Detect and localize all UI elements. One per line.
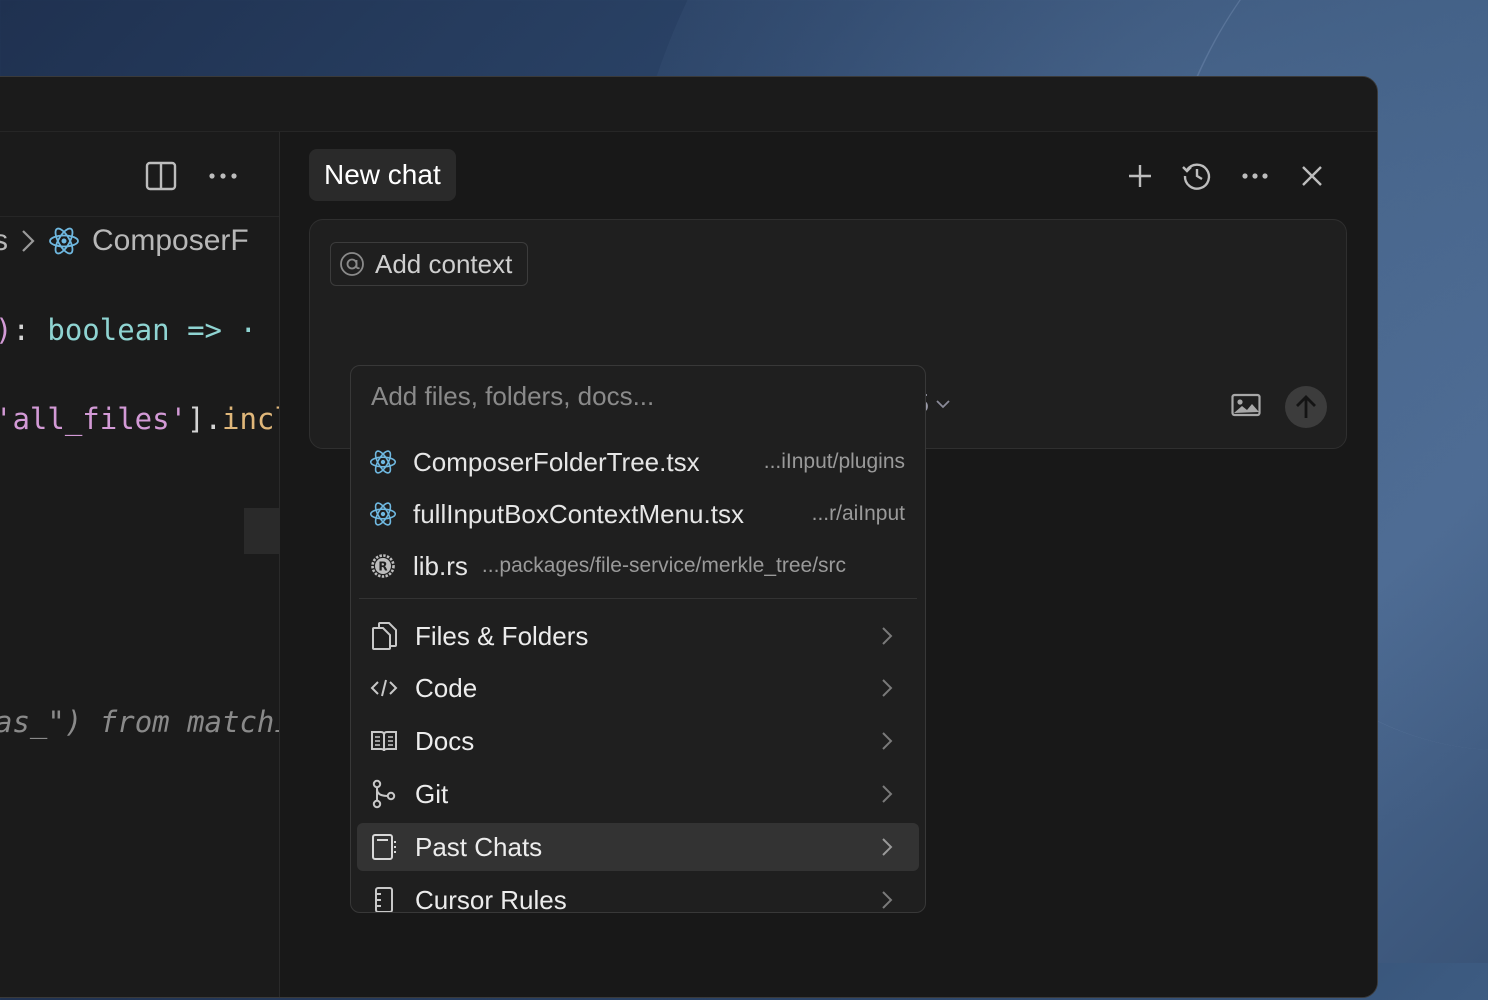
git-icon — [369, 779, 399, 809]
file-path: ...packages/file-service/merkle_tree/src — [481, 554, 847, 577]
code-token: => — [169, 313, 240, 347]
file-path: ...r/aiInput — [811, 502, 905, 525]
chevron-right-icon — [881, 782, 901, 806]
at-sign-icon — [340, 252, 364, 276]
react-icon — [369, 500, 397, 528]
send-button[interactable] — [1285, 386, 1327, 428]
chat-history-icon — [369, 832, 399, 862]
chevron-right-icon — [22, 230, 35, 252]
code-token: · — [239, 313, 257, 347]
context-dropdown: Add files, folders, docs... ComposerFold… — [350, 365, 926, 913]
recent-file-item[interactable]: fullInputBoxContextMenu.tsx ...r/aiInput — [357, 490, 919, 538]
split-editor-icon[interactable] — [143, 158, 179, 194]
close-icon[interactable] — [1292, 156, 1332, 196]
chevron-right-icon — [881, 676, 901, 700]
history-icon[interactable] — [1177, 156, 1217, 196]
more-icon[interactable] — [205, 158, 241, 194]
chevron-down-icon — [936, 399, 950, 408]
react-icon — [49, 227, 79, 255]
menu-item-label: Past Chats — [415, 831, 543, 862]
code-line[interactable]: 'all_files'].incl — [0, 402, 279, 436]
menu-item-cursor-rules[interactable]: Cursor Rules — [357, 876, 919, 913]
image-icon[interactable] — [1226, 385, 1266, 425]
menu-item-label: Cursor Rules — [415, 884, 567, 913]
menu-item-docs[interactable]: Docs — [357, 717, 919, 765]
svg-text:R: R — [378, 560, 387, 574]
menu-item-label: Docs — [415, 725, 475, 756]
menu-item-code[interactable]: Code — [357, 664, 919, 712]
chevron-right-icon — [881, 624, 901, 648]
arrow-up-icon — [1296, 395, 1316, 418]
add-context-button[interactable]: Add context — [330, 242, 529, 286]
code-line[interactable]: ): boolean => · — [0, 313, 257, 347]
code-line[interactable]: as_") from matchi — [0, 705, 280, 739]
code-icon — [369, 673, 399, 703]
chat-title-tab[interactable]: New chat — [309, 149, 456, 201]
menu-item-label: Files & Folders — [415, 620, 589, 651]
plus-icon[interactable] — [1120, 156, 1160, 196]
react-icon — [369, 448, 397, 476]
menu-item-git[interactable]: Git — [357, 770, 919, 818]
dropdown-divider — [359, 598, 917, 599]
code-token: boolean — [47, 313, 170, 347]
chevron-right-icon — [881, 729, 901, 753]
chevron-right-icon — [881, 888, 901, 912]
context-search-input[interactable]: Add files, folders, docs... — [371, 381, 654, 412]
title-bar — [0, 77, 1377, 132]
menu-item-files-folders[interactable]: Files & Folders — [357, 612, 919, 660]
file-path: ...iInput/plugins — [763, 450, 905, 473]
code-token: ) — [0, 313, 12, 347]
code-token: : — [12, 313, 48, 347]
files-icon — [369, 621, 399, 651]
rust-icon: R — [369, 552, 397, 580]
editor-pane: s ComposerF ): boolean => · 'all_files']… — [0, 132, 280, 997]
file-name: lib.rs — [413, 550, 468, 581]
file-name: ComposerFolderTree.tsx — [413, 446, 700, 477]
code-token: from matchi — [82, 705, 280, 739]
menu-item-past-chats[interactable]: Past Chats — [357, 823, 919, 871]
breadcrumb-segment[interactable]: s — [0, 224, 8, 258]
menu-item-label: Git — [415, 778, 449, 809]
code-token: as_") — [0, 705, 83, 739]
file-name: fullInputBoxContextMenu.tsx — [413, 498, 744, 529]
more-icon[interactable] — [1235, 156, 1275, 196]
book-icon — [369, 726, 399, 756]
chevron-right-icon — [881, 835, 901, 859]
breadcrumb-file[interactable]: ComposerF — [92, 224, 249, 258]
breadcrumb: s ComposerF — [0, 224, 249, 258]
code-token: ]. — [187, 402, 222, 436]
code-token: incl — [221, 402, 279, 436]
recent-file-item[interactable]: R lib.rs ...packages/file-service/merkle… — [357, 542, 919, 590]
editor-tab-bar — [0, 132, 279, 217]
menu-item-label: Code — [415, 672, 478, 703]
rules-icon — [369, 885, 399, 912]
recent-file-item[interactable]: ComposerFolderTree.tsx ...iInput/plugins — [357, 438, 919, 486]
add-context-label: Add context — [375, 248, 513, 279]
code-token: 'all_files' — [0, 402, 188, 436]
editor-cursor-block — [244, 508, 279, 554]
